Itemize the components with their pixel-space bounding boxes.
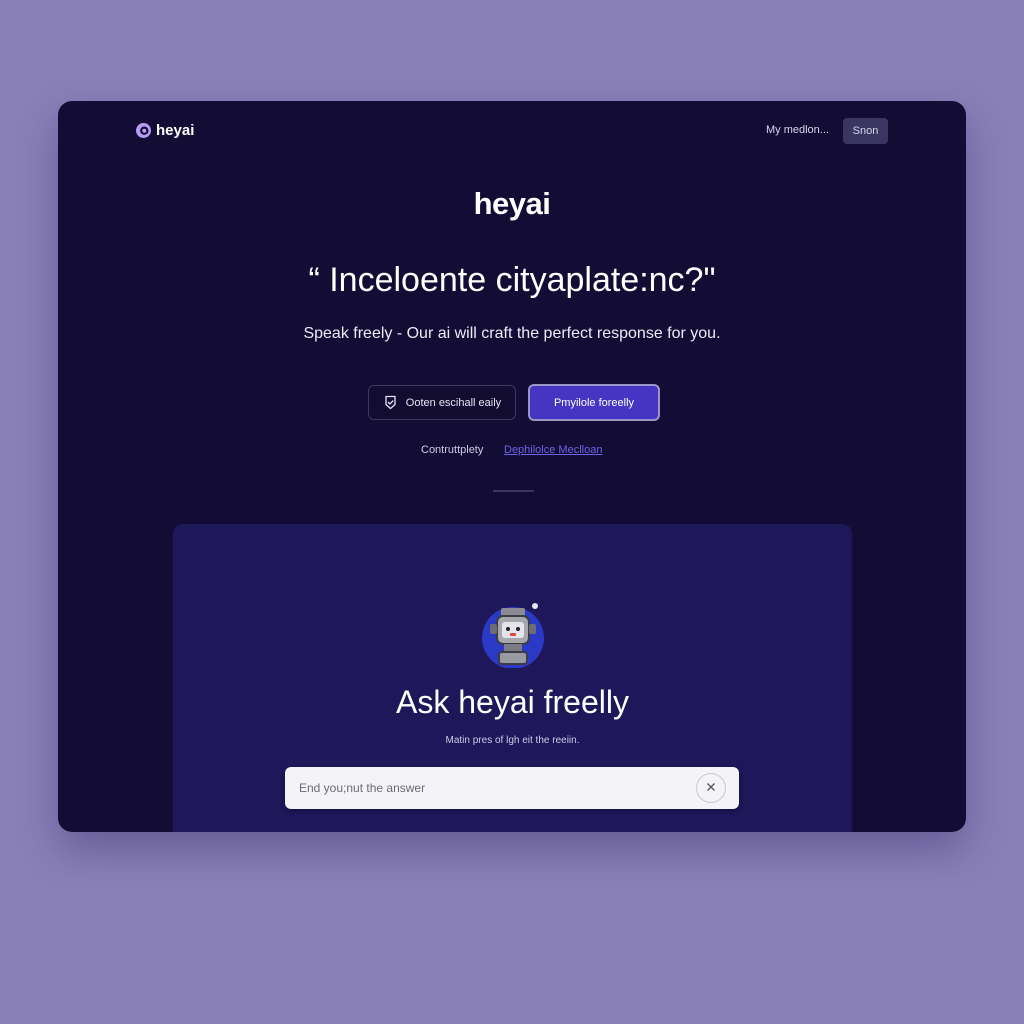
meta-text: Contruttplety xyxy=(421,444,484,456)
divider xyxy=(493,490,534,492)
close-icon xyxy=(706,779,716,797)
hero-subtitle: Speak freely - Our ai will craft the per… xyxy=(303,325,721,342)
panel-subtitle: Matin pres of lgh eit the reeiin. xyxy=(445,735,580,746)
primary-cta-button[interactable]: Pmyilole foreelly xyxy=(528,384,660,421)
robot-avatar-icon xyxy=(480,602,546,669)
panel-title: Ask heyai freelly xyxy=(396,684,629,720)
secondary-cta-label: Ooten escihall eaily xyxy=(405,396,502,409)
app-window: heyai My medlon... Snon heyai “ Inceloen… xyxy=(58,101,966,832)
heyai-logo-icon xyxy=(135,122,152,139)
top-navigation: heyai My medlon... Snon xyxy=(58,101,966,161)
clear-button[interactable] xyxy=(696,773,726,803)
shield-check-icon xyxy=(383,395,398,410)
nav-link[interactable]: My medlon... xyxy=(766,124,829,136)
signin-button[interactable]: Snon xyxy=(843,118,888,144)
meta-link[interactable]: Dephilolce Meclloan xyxy=(504,444,602,456)
ask-panel: Ask heyai freelly Matin pres of lgh eit … xyxy=(173,524,852,832)
logo-text: heyai xyxy=(156,122,195,139)
brand-title: heyai xyxy=(473,186,551,221)
secondary-cta-button[interactable]: Ooten escihall eaily xyxy=(368,385,516,420)
hero-headline: “ Inceloente cityaplate:nc?" xyxy=(308,261,716,299)
logo[interactable]: heyai xyxy=(135,122,194,139)
answer-search-bar xyxy=(285,767,739,809)
answer-input[interactable] xyxy=(299,767,679,809)
primary-cta-label: Pmyilole foreelly xyxy=(553,396,635,409)
